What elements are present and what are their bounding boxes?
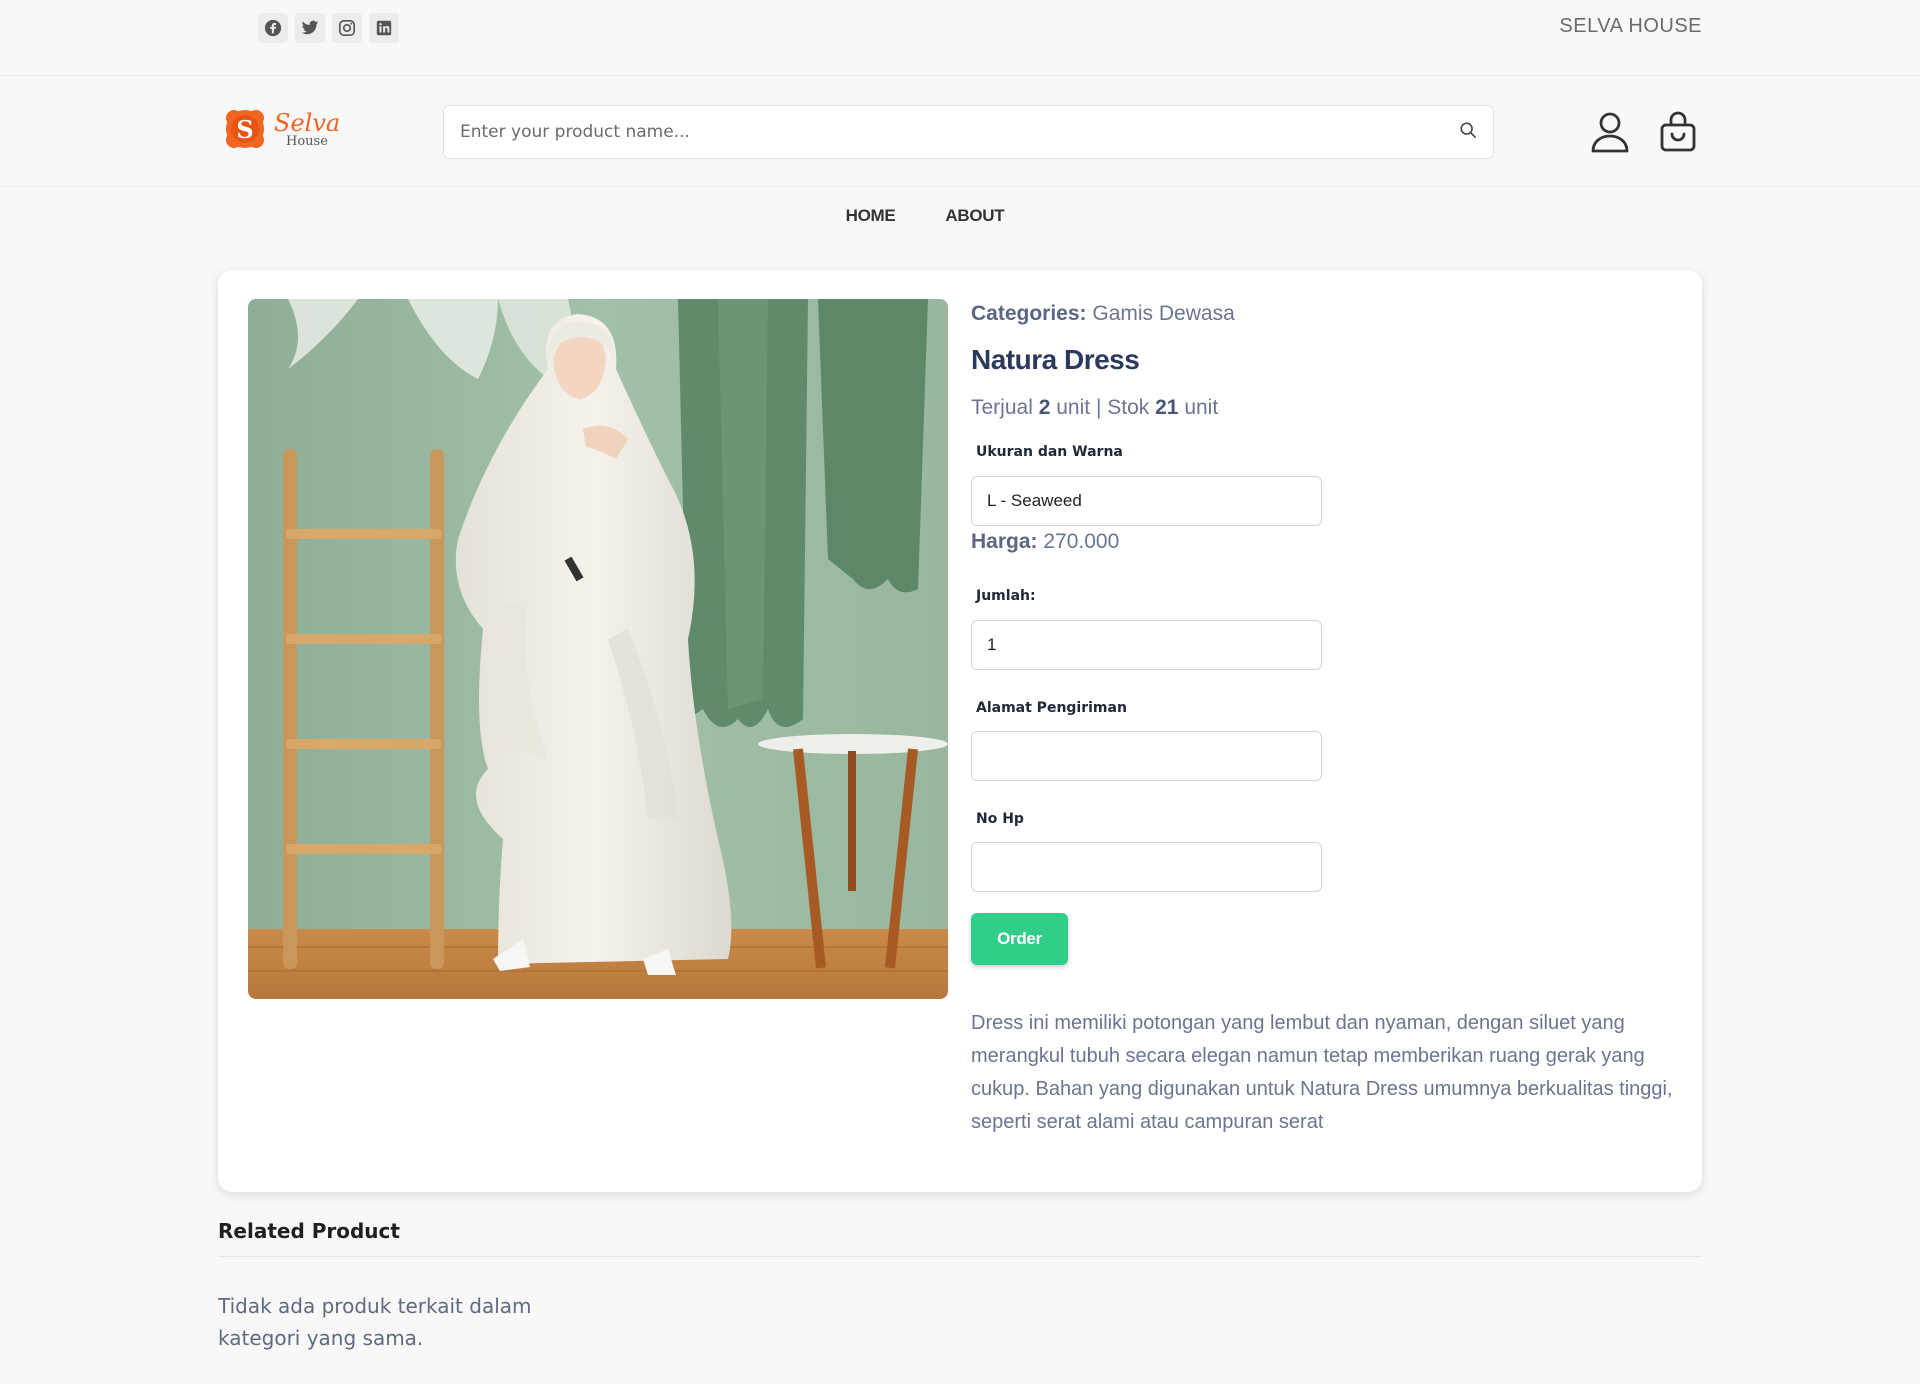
quantity-input[interactable] — [971, 620, 1322, 670]
site-logo[interactable]: S Selva House — [222, 107, 352, 151]
address-label: Alamat Pengiriman — [976, 700, 1127, 716]
search-bar — [443, 105, 1494, 159]
product-title: Natura Dress — [971, 344, 1140, 375]
logo-subtext: House — [286, 134, 328, 149]
facebook-icon[interactable] — [258, 13, 288, 43]
phone-input[interactable] — [971, 842, 1322, 892]
sold-count: 2 — [1038, 396, 1051, 419]
variant-label: Ukuran dan Warna — [976, 444, 1123, 460]
nav-home[interactable]: HOME — [846, 206, 896, 226]
brand-name: SELVA HOUSE — [1559, 15, 1702, 37]
stock-unit: unit — [1184, 396, 1219, 419]
product-image — [248, 299, 948, 999]
search-icon[interactable] — [1459, 121, 1477, 144]
main-nav: HOME ABOUT — [0, 206, 1920, 226]
sold-unit: unit | Stok — [1056, 396, 1150, 419]
phone-label: No Hp — [976, 811, 1024, 827]
social-links — [258, 13, 399, 43]
stock-count: 21 — [1155, 396, 1179, 419]
quantity-label: Jumlah: — [976, 588, 1036, 604]
category-value[interactable]: Gamis Dewasa — [1092, 302, 1234, 325]
linkedin-icon[interactable] — [369, 13, 399, 43]
search-input[interactable] — [460, 122, 1459, 142]
variant-select[interactable] — [971, 476, 1322, 526]
product-category: Categories: Gamis Dewasa — [971, 302, 1235, 326]
categories-label: Categories: — [971, 302, 1087, 325]
related-product-heading: Related Product — [218, 1219, 400, 1243]
price-label: Harga: — [971, 530, 1038, 553]
sold-prefix: Terjual — [971, 396, 1033, 419]
twitter-icon[interactable] — [295, 13, 325, 43]
price-value: 270.000 — [1043, 530, 1120, 553]
product-description: Dress ini memiliki potongan yang lembut … — [971, 1012, 1673, 1133]
related-empty-message: Tidak ada produk terkait dalam kategori … — [218, 1294, 532, 1350]
logo-text: Selva — [274, 109, 340, 137]
nav-about[interactable]: ABOUT — [945, 206, 1004, 226]
product-stock: Terjual 2 unit | Stok 21 unit — [971, 396, 1218, 420]
product-price: Harga: 270.000 — [971, 530, 1119, 554]
instagram-icon[interactable] — [332, 13, 362, 43]
user-account-icon[interactable] — [1590, 111, 1630, 153]
divider — [218, 1256, 1702, 1257]
shopping-bag-icon[interactable] — [1658, 111, 1698, 153]
address-input[interactable] — [971, 731, 1322, 781]
product-card: Categories: Gamis Dewasa Natura Dress Te… — [218, 270, 1702, 1192]
main-header: S Selva House — [0, 77, 1920, 187]
order-button[interactable]: Order — [971, 913, 1068, 965]
top-bar: SELVA HOUSE — [0, 0, 1920, 76]
svg-text:S: S — [236, 115, 253, 144]
